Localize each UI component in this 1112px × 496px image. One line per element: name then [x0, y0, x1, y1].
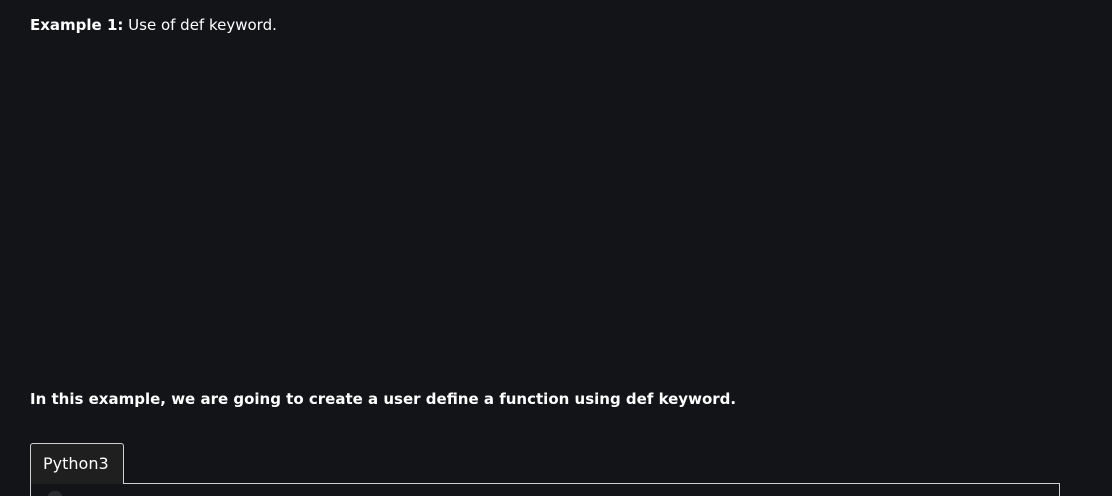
code-block: [30, 483, 1060, 496]
example-number-label: Example 1:: [30, 16, 124, 34]
example-heading: Example 1: Use of def keyword.: [30, 15, 277, 35]
example-title-text: Use of def keyword.: [123, 16, 277, 34]
content-placeholder: [30, 48, 1062, 368]
tab-python3[interactable]: Python3: [30, 443, 124, 484]
example-description: In this example, we are going to create …: [30, 390, 737, 408]
code-block-control: [48, 491, 62, 496]
